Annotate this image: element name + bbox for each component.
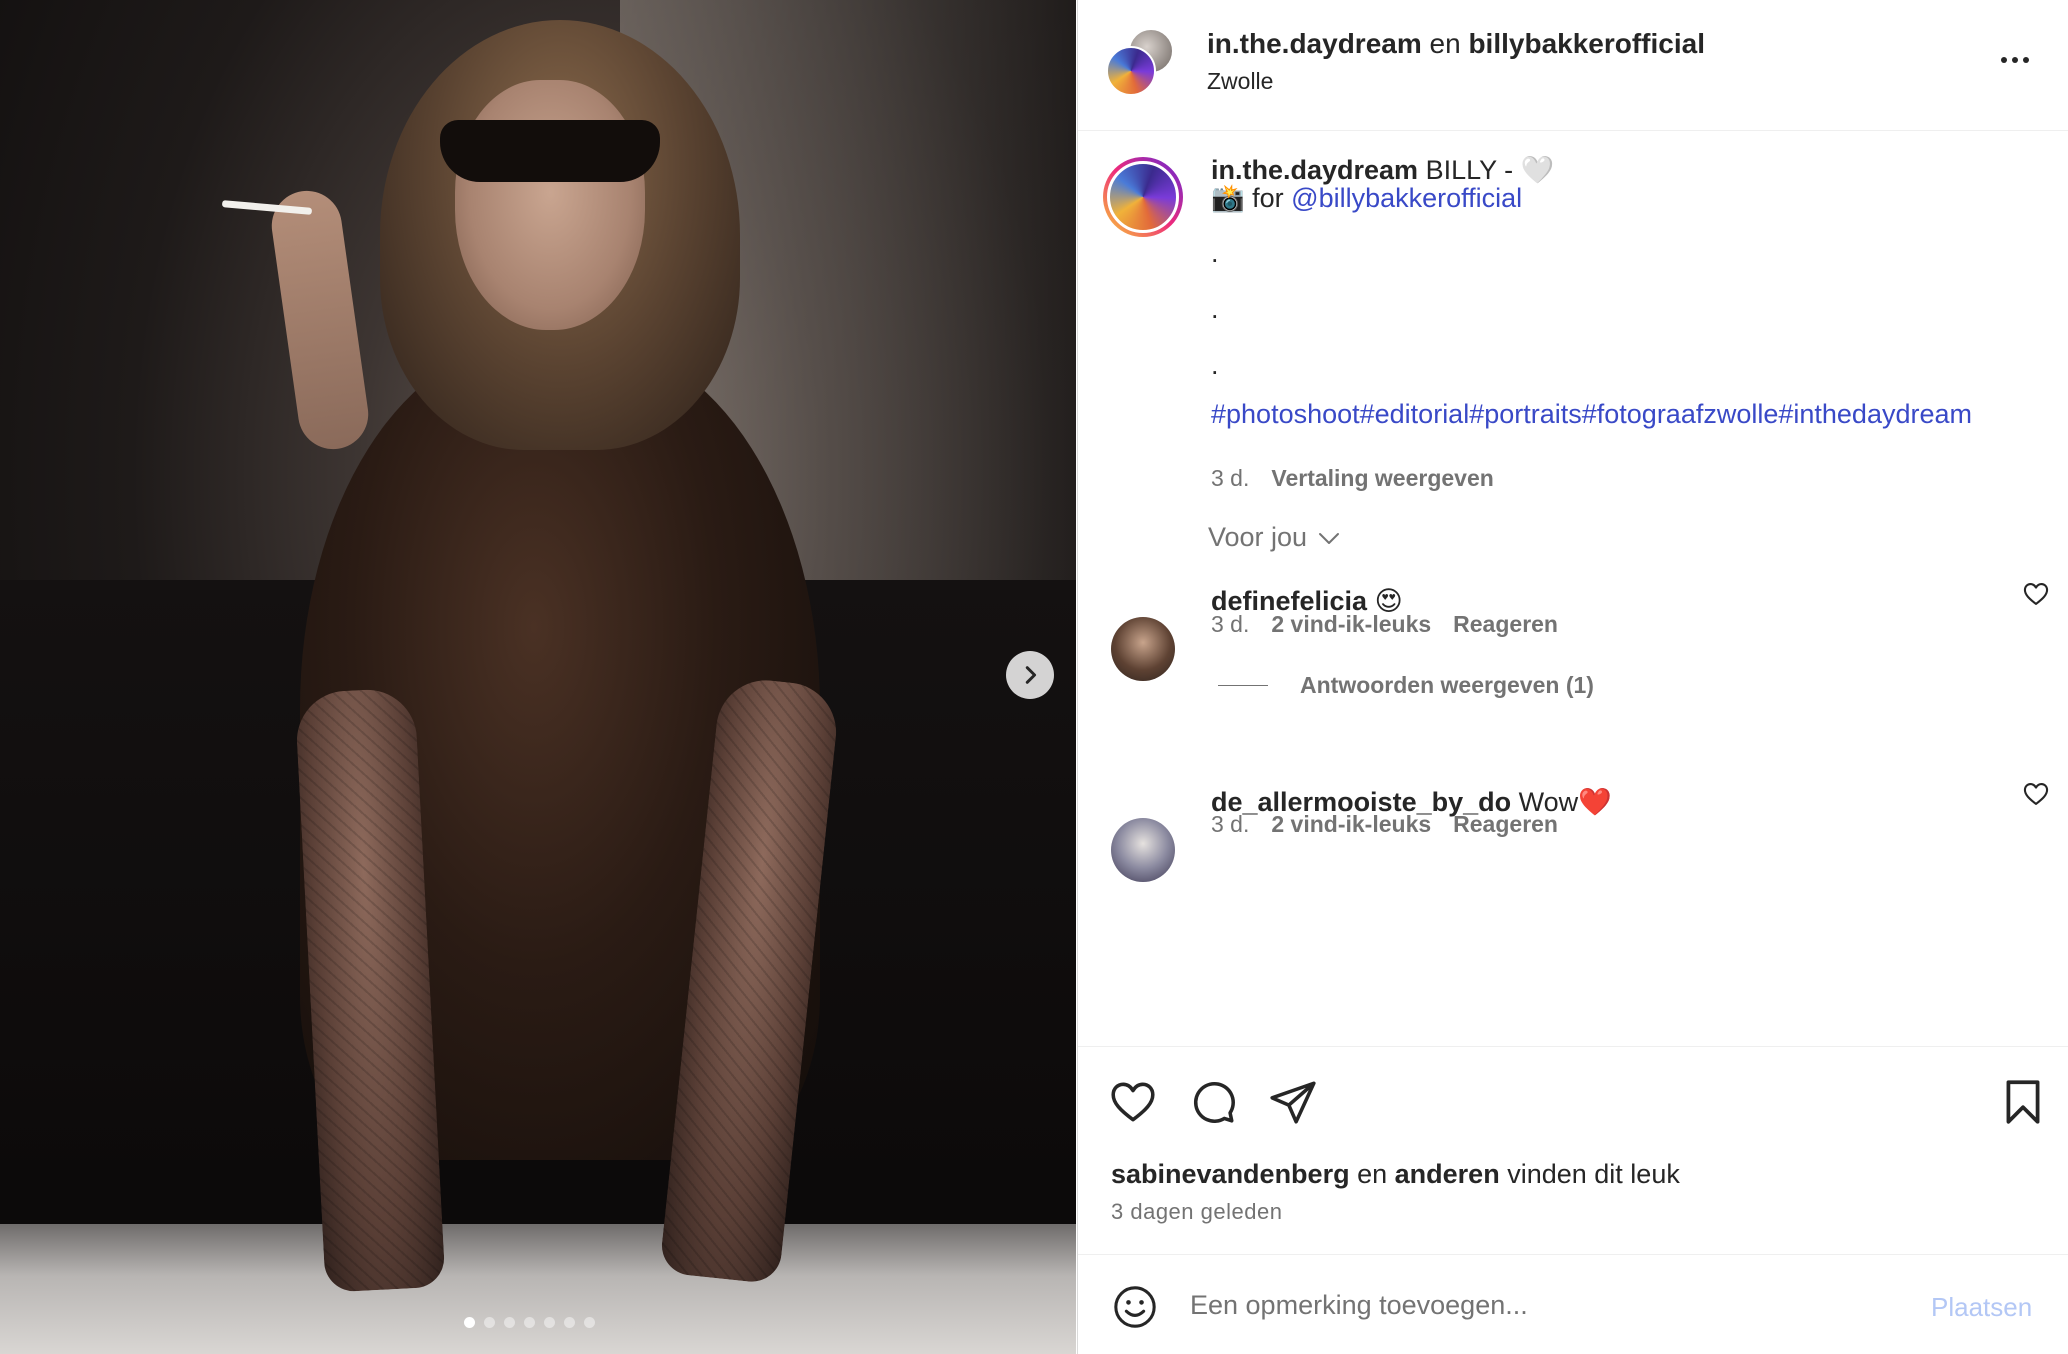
carousel-dot <box>544 1317 555 1328</box>
more-options-button[interactable] <box>1995 44 2035 76</box>
carousel-dot <box>504 1317 515 1328</box>
avatar-in-the-daydream[interactable] <box>1106 46 1156 96</box>
comment-sort-dropdown[interactable]: Voor jou <box>1208 522 1341 553</box>
post-actions: sabinevandenberg en anderen vinden dit l… <box>1078 1046 2068 1254</box>
carousel-dot <box>464 1317 475 1328</box>
carousel-indicator <box>464 1317 595 1328</box>
likes-others-link[interactable]: anderen <box>1395 1159 1500 1189</box>
carousel-dot <box>584 1317 595 1328</box>
comment-reply-button[interactable]: Reageren <box>1453 811 1558 837</box>
author-link-1[interactable]: in.the.daydream <box>1207 28 1422 59</box>
post-location[interactable]: Zwolle <box>1207 68 1273 95</box>
likes-user-link[interactable]: sabinevandenberg <box>1111 1159 1350 1189</box>
comment-sort-label: Voor jou <box>1208 522 1308 552</box>
caption-username[interactable]: in.the.daydream <box>1211 155 1418 185</box>
caption-dot: . <box>1211 294 1219 324</box>
carousel-dot <box>524 1317 535 1328</box>
caption-avatar[interactable] <box>1103 157 1183 237</box>
chevron-right-icon <box>1025 666 1037 684</box>
carousel-dot <box>564 1317 575 1328</box>
share-send-icon[interactable] <box>1268 1077 1318 1127</box>
photo-arm <box>267 186 373 454</box>
post-side-panel: in.the.daydream en billybakkerofficial Z… <box>1077 0 2068 1354</box>
caption-text: BILLY - 🤍 <box>1425 155 1555 185</box>
translate-link[interactable]: Vertaling weergeven <box>1271 465 1493 491</box>
photo-face <box>455 80 645 330</box>
author-link-2[interactable]: billybakkerofficial <box>1468 28 1705 59</box>
comments-scroll-area[interactable]: in.the.daydream BILLY - 🤍 📸 for @billyba… <box>1078 132 2068 1045</box>
post-timestamp[interactable]: 3 dagen geleden <box>1111 1199 1282 1225</box>
comment-age: 3 d. <box>1211 611 1250 637</box>
view-replies-button[interactable]: Antwoorden weergeven (1) <box>1218 672 1594 699</box>
photo-rug <box>0 1224 1076 1354</box>
bookmark-icon[interactable] <box>1998 1077 2048 1127</box>
comment-meta: 3 d. 2 vind-ik-leuks Reageren <box>1211 811 1558 838</box>
comment-input[interactable] <box>1190 1281 1890 1329</box>
comment-likes-count[interactable]: 2 vind-ik-leuks <box>1271 811 1431 837</box>
post-header: in.the.daydream en billybakkerofficial Z… <box>1078 0 2068 131</box>
emoji-smiley-icon[interactable] <box>1112 1284 1158 1330</box>
likes-joiner: en <box>1357 1159 1388 1189</box>
post-authors: in.the.daydream en billybakkerofficial <box>1207 28 1705 60</box>
comment-like-heart-icon[interactable] <box>2022 780 2050 808</box>
caption-mention[interactable]: @billybakkerofficial <box>1291 183 1522 213</box>
caption-second-line: 📸 for @billybakkerofficial <box>1211 182 1522 214</box>
photo-sunglasses <box>440 120 660 182</box>
carousel-dot <box>484 1317 495 1328</box>
comment-like-heart-icon[interactable] <box>2022 580 2050 608</box>
caption-meta: 3 d. Vertaling weergeven <box>1211 465 1494 492</box>
comment-bubble-icon[interactable] <box>1188 1077 1238 1127</box>
caption-prefix: 📸 for <box>1211 183 1284 213</box>
replies-divider <box>1218 685 1268 686</box>
caption-age: 3 d. <box>1211 465 1250 491</box>
carousel-next-button[interactable] <box>1006 651 1054 699</box>
comment-age: 3 d. <box>1211 811 1250 837</box>
caption-hashtags[interactable]: #photoshoot#editorial#portraits#fotograa… <box>1211 396 2031 432</box>
more-dot-icon <box>2001 57 2007 63</box>
likes-summary: sabinevandenberg en anderen vinden dit l… <box>1111 1159 1680 1190</box>
comment-likes-count[interactable]: 2 vind-ik-leuks <box>1271 611 1431 637</box>
post-photo <box>0 0 1076 1354</box>
comment-composer: Plaatsen <box>1078 1254 2068 1354</box>
view-replies-label: Antwoorden weergeven (1) <box>1300 672 1594 698</box>
caption-dot: . <box>1211 238 1219 268</box>
more-dot-icon <box>2012 57 2018 63</box>
comment-reply-button[interactable]: Reageren <box>1453 611 1558 637</box>
post-comment-button[interactable]: Plaatsen <box>1931 1292 2032 1323</box>
comment-avatar[interactable] <box>1111 818 1175 882</box>
chevron-down-icon <box>1319 532 1340 544</box>
collab-avatars[interactable] <box>1106 28 1176 98</box>
comment-meta: 3 d. 2 vind-ik-leuks Reageren <box>1211 611 1558 638</box>
like-heart-icon[interactable] <box>1108 1077 1158 1127</box>
more-dot-icon <box>2023 57 2029 63</box>
comment-avatar[interactable] <box>1111 617 1175 681</box>
likes-suffix: vinden dit leuk <box>1507 1159 1680 1189</box>
author-joiner: en <box>1429 28 1461 59</box>
caption-dot: . <box>1211 350 1219 380</box>
